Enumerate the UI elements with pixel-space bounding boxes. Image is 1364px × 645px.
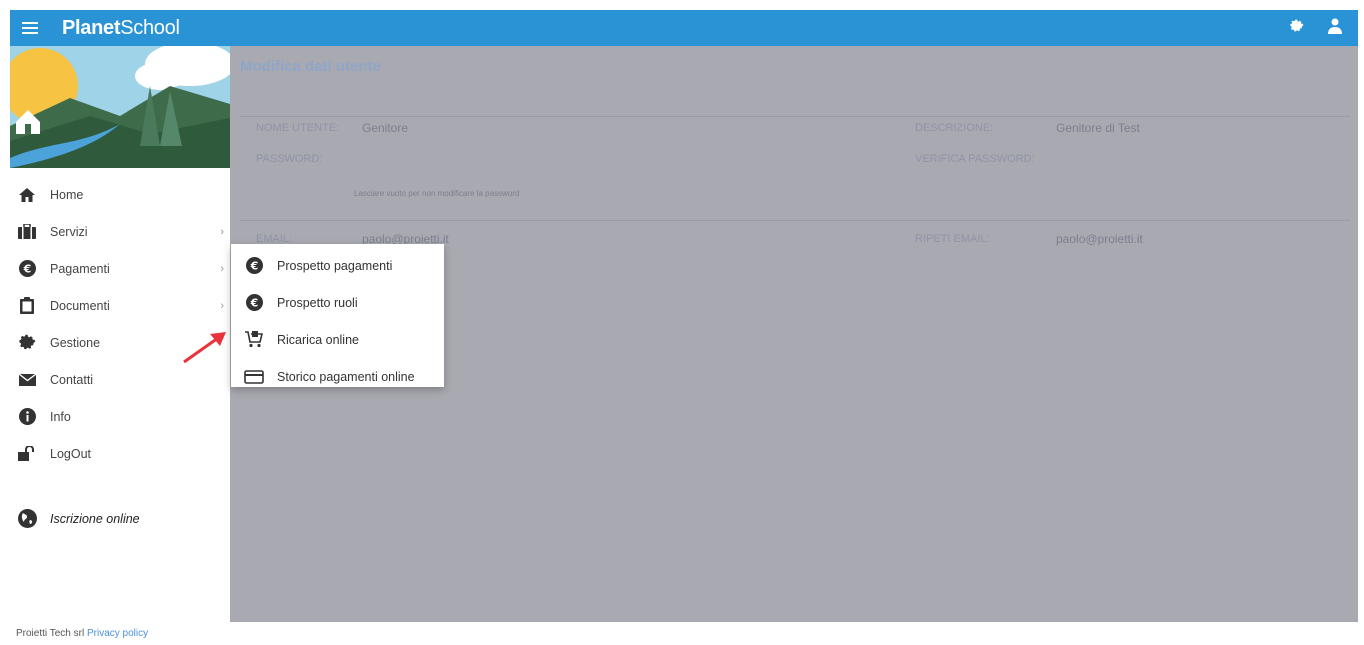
ripeti-email-label: RIPETI EMAIL: [915, 233, 990, 245]
sidebar-item-iscrizione-online[interactable]: Iscrizione online [10, 500, 230, 537]
sidebar-item-label: Contatti [50, 372, 94, 387]
user-icon[interactable] [1328, 18, 1342, 39]
chevron-right-icon: › [220, 299, 224, 312]
submenu-item-label: Ricarica online [277, 332, 359, 347]
credit-card-icon [243, 367, 265, 387]
hamburger-icon[interactable] [22, 19, 38, 37]
divider [240, 220, 1350, 221]
submenu-item-label: Storico pagamenti online [277, 369, 415, 384]
svg-text:€: € [249, 297, 258, 310]
sidebar-item-documenti[interactable]: Documenti › [10, 287, 230, 324]
sidebar-item-label: Iscrizione online [50, 511, 140, 526]
sidebar-item-logout[interactable]: LogOut [10, 435, 230, 472]
clipboard-icon [16, 295, 38, 317]
footer-company: Proietti Tech srl [16, 628, 85, 639]
brand-bold: Planet [62, 16, 121, 39]
nome-utente-field[interactable]: Genitore [362, 121, 408, 135]
top-app-bar: PlanetSchool [10, 10, 1358, 46]
sidebar-item-servizi[interactable]: Servizi › [10, 213, 230, 250]
submenu-item-label: Prospetto ruoli [277, 295, 358, 310]
submenu-item-ricarica-online[interactable]: Ricarica online [231, 321, 444, 358]
descrizione-label: DESCRIZIONE: [915, 122, 994, 134]
euro-icon: € [16, 258, 38, 280]
sidebar-item-info[interactable]: Info [10, 398, 230, 435]
page-title: Modifica dati utente [240, 58, 381, 75]
home-icon [16, 184, 38, 206]
sidebar-item-label: Servizi [50, 224, 88, 239]
nome-utente-label: NOME UTENTE: [256, 122, 340, 134]
sidebar-item-label: Documenti [50, 298, 110, 313]
red-arrow-annotation [180, 326, 230, 371]
submenu-item-storico-pagamenti-online[interactable]: Storico pagamenti online [231, 358, 444, 395]
sidebar-item-home[interactable]: Home [10, 176, 230, 213]
footer: Proietti Tech srl Privacy policy [16, 628, 148, 639]
euro-icon: € [243, 293, 265, 313]
svg-text:€: € [249, 260, 258, 273]
globe-icon [16, 508, 38, 530]
chevron-right-icon: › [220, 262, 224, 275]
unlock-icon [16, 443, 38, 465]
sidebar-item-pagamenti[interactable]: € Pagamenti › [10, 250, 230, 287]
submenu-item-label: Prospetto pagamenti [277, 258, 393, 273]
ripeti-email-field[interactable]: paolo@proietti.it [1056, 232, 1143, 246]
sidebar-item-label: Pagamenti [50, 261, 110, 276]
header-illustration [10, 46, 230, 168]
app-logo[interactable]: PlanetSchool [62, 17, 180, 40]
cart-icon [243, 330, 265, 350]
password-label: PASSWORD: [256, 153, 323, 165]
briefcase-icon [16, 221, 38, 243]
gear-icon[interactable] [1290, 19, 1304, 38]
descrizione-field[interactable]: Genitore di Test [1056, 121, 1140, 135]
svg-text:€: € [22, 263, 31, 276]
sidebar-item-label: Home [50, 187, 84, 202]
info-icon [16, 406, 38, 428]
verifica-password-label: VERIFICA PASSWORD: [915, 153, 1035, 165]
sidebar-item-label: Info [50, 409, 71, 424]
gear-icon [16, 332, 38, 354]
sidebar-item-label: Gestione [50, 335, 101, 350]
privacy-policy-link[interactable]: Privacy policy [87, 628, 148, 639]
sidebar-item-label: LogOut [50, 446, 92, 461]
envelope-icon [16, 369, 38, 391]
submenu-item-prospetto-ruoli[interactable]: € Prospetto ruoli [231, 284, 444, 321]
submenu-item-prospetto-pagamenti[interactable]: € Prospetto pagamenti [231, 247, 444, 284]
divider [240, 116, 1350, 117]
password-hint: Lasciare vuoto per non modificare la pas… [354, 189, 520, 198]
brand-light: School [120, 16, 180, 39]
euro-icon: € [243, 256, 265, 276]
chevron-right-icon: › [220, 225, 224, 238]
pagamenti-submenu: € Prospetto pagamenti € Prospetto ruoli … [231, 244, 444, 387]
